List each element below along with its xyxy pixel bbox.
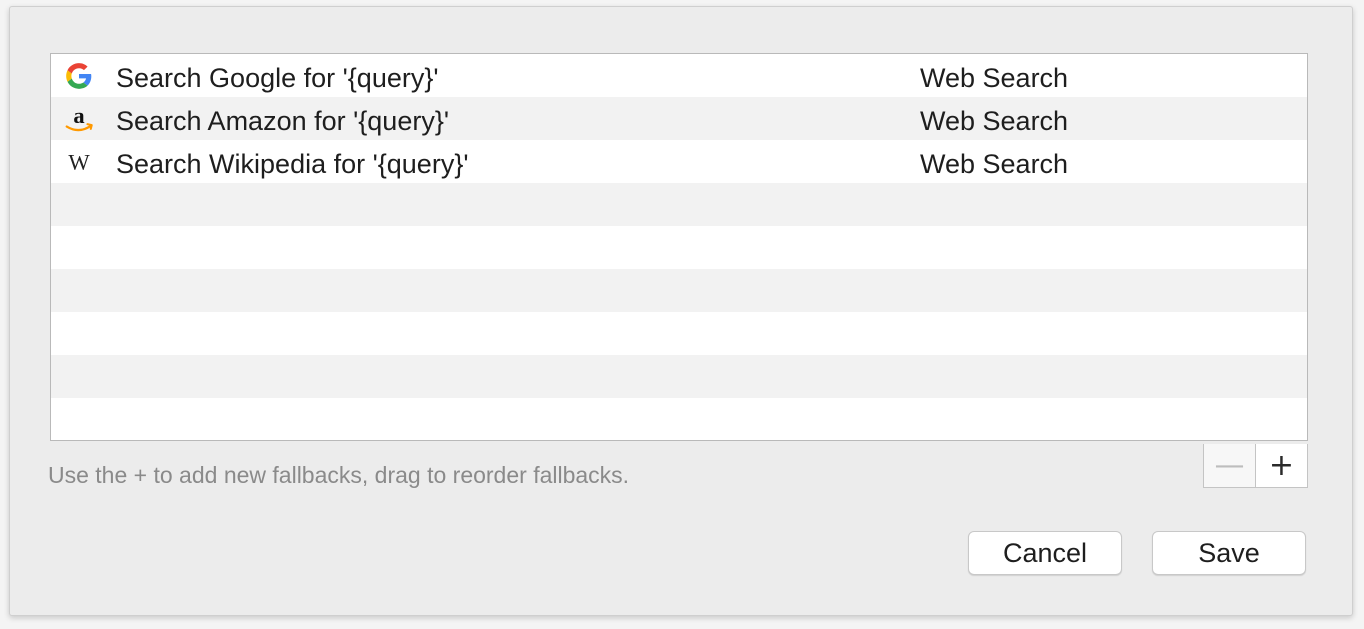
table-row[interactable]: a Search Amazon for '{query}' Web Search xyxy=(51,97,1307,140)
table-row[interactable]: W Search Wikipedia for '{query}' Web Sea… xyxy=(51,140,1307,183)
remove-fallback-button[interactable]: — xyxy=(1204,444,1256,487)
empty-row xyxy=(51,183,1307,226)
svg-text:a: a xyxy=(73,103,84,128)
fallback-kind: Web Search xyxy=(920,106,1069,136)
empty-row xyxy=(51,269,1307,312)
instructions-hint: Use the + to add new fallbacks, drag to … xyxy=(48,462,630,488)
empty-row xyxy=(51,226,1307,269)
amazon-icon: a xyxy=(63,103,95,133)
fallback-label: Search Google for '{query}' xyxy=(116,63,439,93)
fallback-label: Search Amazon for '{query}' xyxy=(116,106,450,136)
empty-row xyxy=(51,312,1307,355)
empty-row xyxy=(51,398,1307,440)
empty-row xyxy=(51,355,1307,398)
fallback-kind: Web Search xyxy=(920,149,1069,179)
save-button[interactable]: Save xyxy=(1152,531,1306,575)
add-fallback-button[interactable]: + xyxy=(1256,444,1307,487)
table-row[interactable]: Search Google for '{query}' Web Search xyxy=(51,54,1307,97)
svg-text:W: W xyxy=(68,150,90,175)
fallbacks-table[interactable]: Search Google for '{query}' Web Search a… xyxy=(50,53,1308,441)
fallback-label: Search Wikipedia for '{query}' xyxy=(116,149,469,179)
cancel-button[interactable]: Cancel xyxy=(968,531,1122,575)
fallback-kind: Web Search xyxy=(920,63,1069,93)
google-icon xyxy=(63,62,95,90)
fallback-searches-dialog: Search Google for '{query}' Web Search a… xyxy=(9,6,1353,616)
wikipedia-icon: W xyxy=(63,148,95,176)
add-remove-control: — + xyxy=(1203,444,1308,488)
